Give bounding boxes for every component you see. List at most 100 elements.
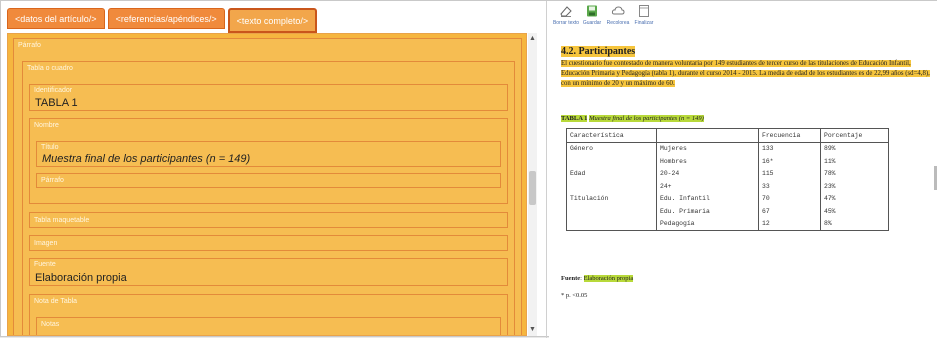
table-cell: Hombres — [656, 155, 759, 168]
table-cell: 45% — [820, 205, 889, 218]
table-cell: 133 — [758, 142, 821, 155]
guardar-label: Guardar — [582, 20, 602, 26]
table-cell: 11% — [820, 155, 889, 168]
table-row: Edad 20-24 115 78% — [566, 167, 889, 180]
table-cell: 8% — [820, 217, 889, 231]
identificador-field[interactable]: Identificador TABLA 1 — [29, 84, 508, 111]
table-cell: Género — [566, 142, 657, 155]
table-cell: Mujeres — [656, 142, 759, 155]
tab-bar: <datos del artículo/> <referencias/apénd… — [7, 8, 318, 33]
body-paragraph: El cuestionario fue contestado de manera… — [561, 60, 930, 87]
participants-table: Característica Frecuencia Porcentaje Gén… — [566, 128, 889, 231]
scrollbar-thumb[interactable] — [529, 171, 536, 205]
parrafo-field-label: Párrafo — [41, 177, 64, 184]
table-caption: TABLA 1 Muestra final de los participant… — [561, 115, 704, 122]
table-cell: 24+ — [656, 180, 759, 193]
borrar-texto-button[interactable]: Borrar texto — [552, 4, 580, 34]
nota-tabla-block[interactable]: Nota de Tabla Notas — [29, 294, 508, 335]
identificador-value: TABLA 1 — [35, 97, 78, 109]
table-cell: Edu. Primaria — [656, 205, 759, 218]
table-cell: 12 — [758, 217, 821, 231]
source-value: Elaboración propia — [583, 275, 634, 282]
save-icon — [587, 5, 597, 17]
eraser-icon — [560, 6, 572, 17]
markup-editor-panel: <datos del artículo/> <referencias/apénd… — [7, 8, 537, 336]
notas-label: Notas — [41, 321, 60, 328]
table-row: Titulación Edu. Infantil 70 47% — [566, 192, 889, 205]
tab-texto-completo[interactable]: <texto completo/> — [227, 8, 318, 33]
titulo-value: Muestra final de los participantes (n = … — [42, 153, 251, 165]
tabla-maquetable-label: Tabla maquetable — [34, 217, 90, 224]
nombre-block[interactable]: Nombre Título Muestra final de los parti… — [29, 118, 508, 204]
section-heading: 4.2. Participantes — [561, 46, 636, 57]
table-cell: Edu. Infantil — [656, 192, 759, 205]
table-cell: 20-24 — [656, 167, 759, 180]
titulo-label: Título — [41, 144, 59, 151]
nombre-label: Nombre — [34, 122, 59, 129]
document-preview: 4.2. Participantes El cuestionario fue c… — [561, 38, 937, 334]
fuente-field[interactable]: Fuente Elaboración propia — [29, 258, 508, 286]
tab-referencias-apendices[interactable]: <referencias/apéndices/> — [107, 8, 225, 29]
table-cell — [566, 205, 657, 218]
preview-panel: Borrar texto Guardar Recolorea Finalizar… — [549, 1, 937, 338]
titulo-field[interactable]: Título Muestra final de los participante… — [36, 141, 501, 167]
imagen-field[interactable]: Imagen — [29, 235, 508, 251]
notas-field[interactable]: Notas — [36, 317, 501, 335]
recolorea-button[interactable]: Recolorea — [607, 4, 629, 34]
table-row: 24+ 33 23% — [566, 180, 889, 193]
table-cell: 23% — [820, 180, 889, 193]
cloud-icon — [611, 6, 625, 15]
table-cell: Edad — [566, 167, 657, 180]
parrafo-block[interactable]: Párrafo Tabla o cuadro Identificador TAB… — [13, 38, 522, 335]
table-header-cell: Característica — [566, 128, 657, 143]
table-header-cell: Porcentaje — [820, 128, 889, 143]
table-row: Género Mujeres 133 89% — [566, 142, 889, 155]
table-cell: 67 — [758, 205, 821, 218]
table-cell: 89% — [820, 142, 889, 155]
guardar-button[interactable]: Guardar — [581, 4, 603, 34]
fuente-value: Elaboración propia — [35, 272, 127, 284]
table-header-row: Característica Frecuencia Porcentaje — [566, 128, 889, 143]
table-row: Hombres 16* 11% — [566, 155, 889, 168]
preview-toolbar: Borrar texto Guardar Recolorea Finalizar — [552, 4, 655, 34]
tabla-cuadro-label: Tabla o cuadro — [27, 65, 73, 72]
imagen-label: Imagen — [34, 240, 58, 247]
parrafo-label: Párrafo — [18, 42, 41, 49]
finalizar-label: Finalizar — [634, 20, 654, 26]
table-row: Pedagogía 12 8% — [566, 217, 889, 231]
window: <datos del artículo/> <referencias/apénd… — [0, 0, 937, 338]
table-header-cell: Frecuencia — [758, 128, 821, 143]
recolorea-label: Recolorea — [606, 20, 630, 26]
table-cell: 78% — [820, 167, 889, 180]
scroll-down-arrow-icon[interactable]: ▼ — [529, 326, 536, 334]
table-cell: 115 — [758, 167, 821, 180]
caption-title: Muestra final de los participantes (n = … — [589, 115, 704, 122]
panel-divider — [546, 1, 547, 338]
table-cell — [566, 155, 657, 168]
scroll-up-arrow-icon[interactable]: ▲ — [529, 35, 536, 43]
table-cell: Pedagogía — [656, 217, 759, 231]
table-cell: 33 — [758, 180, 821, 193]
document-icon — [639, 5, 649, 17]
tabla-maquetable-field[interactable]: Tabla maquetable — [29, 212, 508, 228]
table-cell: 47% — [820, 192, 889, 205]
table-row: Edu. Primaria 67 45% — [566, 205, 889, 218]
table-cell — [566, 217, 657, 231]
editor-scroll-area[interactable]: Párrafo Tabla o cuadro Identificador TAB… — [7, 33, 527, 336]
finalizar-button[interactable]: Finalizar — [633, 4, 655, 34]
borrar-texto-label: Borrar texto — [552, 20, 580, 26]
table-note: * p. <0.05 — [561, 292, 588, 299]
table-cell: 16* — [758, 155, 821, 168]
table-source: Fuente: Elaboración propia — [561, 275, 634, 282]
table-header-cell — [656, 128, 759, 143]
identificador-label: Identificador — [34, 87, 73, 94]
table-cell: 70 — [758, 192, 821, 205]
editor-scrollbar[interactable]: ▲ ▼ — [528, 33, 537, 336]
table-cell: Titulación — [566, 192, 657, 205]
tab-datos-articulo[interactable]: <datos del artículo/> — [7, 8, 105, 29]
fuente-label: Fuente — [34, 261, 56, 268]
parrafo-field[interactable]: Párrafo — [36, 173, 501, 188]
table-cell — [566, 180, 657, 193]
tabla-cuadro-block[interactable]: Tabla o cuadro Identificador TABLA 1 Nom… — [22, 61, 515, 335]
source-label: Fuente — [561, 275, 581, 282]
